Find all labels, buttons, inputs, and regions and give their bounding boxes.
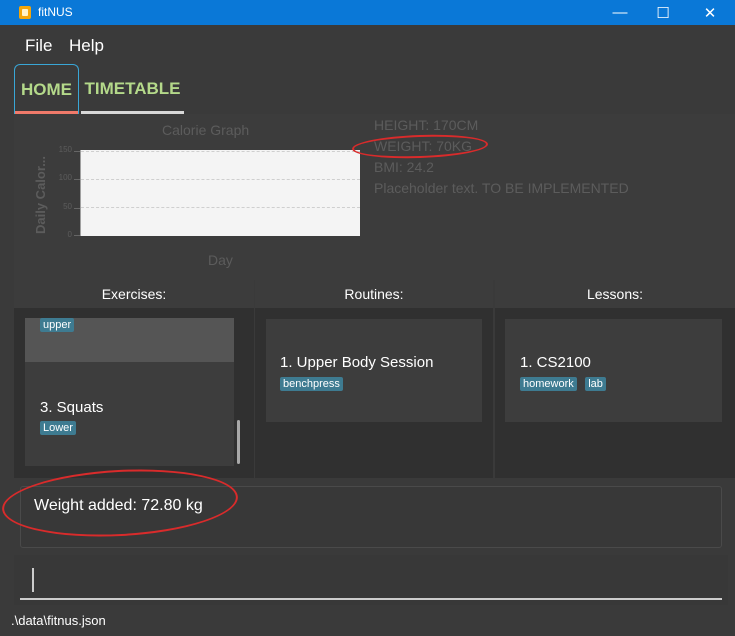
tab-bar: HOME TIMETABLE — [0, 62, 735, 114]
bmi-stat: BMI: 24.2 — [374, 159, 434, 175]
routine-tag-benchpress: benchpress — [280, 377, 343, 391]
tab-timetable[interactable]: TIMETABLE — [81, 64, 184, 114]
weight-stat: WEIGHT: 70KG — [374, 138, 473, 154]
y-tick-100: 100 — [58, 173, 72, 182]
exercise-card-squats[interactable]: 3. Squats Lower — [25, 362, 234, 466]
routine-list-header: Routines: — [255, 280, 493, 308]
y-tick-0: 0 — [67, 230, 72, 239]
close-button[interactable]: ✕ — [687, 0, 733, 25]
routine-title: 1. Upper Body Session — [280, 354, 434, 371]
grid-line — [81, 179, 360, 180]
tab-home[interactable]: HOME — [14, 64, 79, 114]
exercise-tag-upper: upper — [40, 318, 75, 332]
menu-help[interactable]: Help — [69, 36, 104, 56]
data-file-path: .\data\fitnus.json — [11, 613, 106, 628]
result-display: Weight added: 72.80 kg — [20, 486, 722, 548]
lesson-list-header: Lessons: — [495, 280, 735, 308]
y-tick-50: 50 — [63, 202, 72, 211]
exercise-list-scrollbar[interactable] — [237, 420, 240, 464]
lesson-title: 1. CS2100 — [520, 354, 591, 371]
tab-home-label: HOME — [21, 79, 72, 99]
window-title: fitNUS — [38, 5, 73, 19]
command-input-underline — [20, 598, 722, 600]
grid-line — [81, 151, 360, 152]
graph-x-axis-label: Day — [208, 252, 233, 268]
menu-bar: File Help — [0, 25, 735, 62]
text-caret — [32, 568, 34, 592]
title-bar: fitNUS — ☐ ✕ — [0, 0, 735, 25]
result-message: Weight added: 72.80 kg — [34, 497, 203, 514]
maximize-button[interactable]: ☐ — [640, 0, 686, 25]
exercise-tag-lower: Lower — [40, 421, 76, 435]
status-bar: .\data\fitnus.json — [0, 607, 735, 636]
placeholder-text: Placeholder text. TO BE IMPLEMENTED — [374, 180, 629, 196]
graph-title: Calorie Graph — [162, 122, 250, 138]
lesson-tag-homework: homework — [520, 377, 577, 391]
menu-file[interactable]: File — [25, 36, 52, 56]
y-tick-150: 150 — [58, 145, 72, 154]
lesson-card[interactable]: 1. CS2100 homework lab — [505, 319, 722, 422]
grid-line — [81, 207, 360, 208]
exercise-card-selected[interactable]: upper — [25, 318, 234, 362]
tab-timetable-label: TIMETABLE — [84, 79, 181, 98]
minimize-button[interactable]: — — [597, 0, 643, 25]
height-stat: HEIGHT: 170CM — [374, 117, 479, 133]
routine-card[interactable]: 1. Upper Body Session benchpress — [266, 319, 482, 422]
exercise-list-header: Exercises: — [14, 280, 254, 308]
app-logo-icon — [19, 6, 31, 19]
lesson-tag-lab: lab — [585, 377, 606, 391]
calorie-plot-area — [80, 150, 360, 236]
exercise-title: 3. Squats — [40, 399, 104, 416]
graph-y-axis-label: Daily Calor... — [33, 155, 48, 234]
